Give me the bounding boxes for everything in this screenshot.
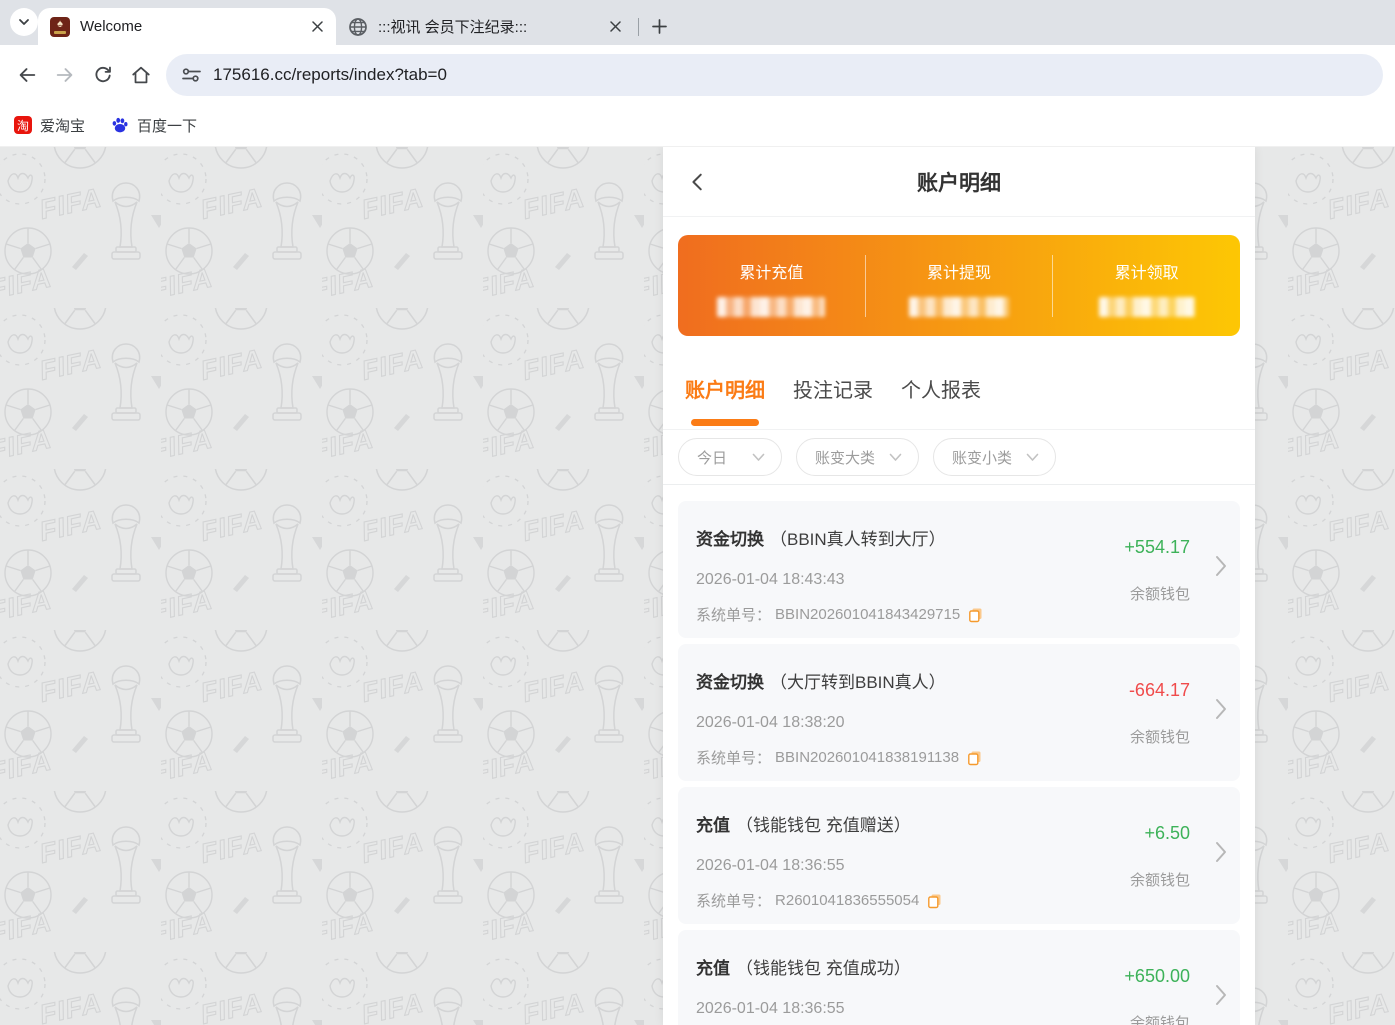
tab-account-detail[interactable]: 账户明细: [685, 374, 765, 429]
back-arrow-icon: [16, 64, 38, 86]
tab-strip: ♠ Welcome :::视讯 会员下注纪录:::: [0, 0, 1395, 45]
chevron-down-icon: [752, 453, 765, 462]
bookmark-baidu[interactable]: 百度一下: [111, 115, 197, 136]
transaction-note: （BBIN真人转到大厅）: [770, 530, 946, 549]
browser-toolbar: 175616.cc/reports/index?tab=0: [0, 45, 1395, 104]
tab-welcome[interactable]: ♠ Welcome: [38, 8, 336, 45]
close-icon[interactable]: [606, 18, 624, 36]
forward-button[interactable]: [46, 56, 84, 94]
stat-total-withdraw: 累计提现: [865, 255, 1053, 317]
tab-search-button[interactable]: [10, 8, 38, 36]
copy-icon[interactable]: [968, 607, 984, 623]
wallet-label: 余额钱包: [1129, 726, 1190, 747]
filter-row: 今日 账变大类 账变小类: [663, 430, 1255, 485]
stat-total-deposit: 累计充值: [678, 255, 865, 317]
tab-personal-report[interactable]: 个人报表: [901, 374, 981, 429]
wallet-label: 余额钱包: [1124, 1012, 1190, 1025]
reload-icon: [92, 64, 114, 86]
transaction-note: （钱能钱包 充值赠送）: [736, 816, 911, 835]
close-icon[interactable]: [308, 18, 326, 36]
bookmark-aitaobao[interactable]: 淘 爱淘宝: [14, 115, 85, 136]
tab-title: Welcome: [80, 18, 308, 35]
chevron-right-icon[interactable]: [1214, 983, 1228, 1007]
censored-value: [1099, 297, 1195, 317]
transaction-type: 充值: [696, 816, 730, 835]
filter-date-dropdown[interactable]: 今日: [678, 438, 782, 476]
censored-value: [909, 297, 1009, 317]
panel-header: 账户明细: [663, 147, 1255, 217]
order-number: R2601041836555054: [775, 892, 919, 909]
cumulative-stats-card: 累计充值 累计提现 累计领取: [678, 235, 1240, 336]
copy-icon[interactable]: [967, 750, 983, 766]
transaction-note: （钱能钱包 充值成功）: [736, 959, 911, 978]
browser-window: ♠ Welcome :::视讯 会员下注纪录:::: [0, 0, 1395, 147]
chevron-right-icon[interactable]: [1214, 554, 1228, 578]
back-button[interactable]: [687, 165, 721, 199]
filter-major-type-dropdown[interactable]: 账变大类: [796, 438, 919, 476]
bookmarks-bar: 淘 爱淘宝 百度一下: [0, 104, 1395, 147]
page-content: FIFA FIFA: [0, 147, 1395, 1025]
transaction-list: 资金切换（BBIN真人转到大厅） 2026-01-04 18:43:43 系统单…: [663, 485, 1255, 1025]
wallet-label: 余额钱包: [1130, 869, 1190, 890]
order-label: 系统单号：: [696, 604, 771, 625]
reload-button[interactable]: [84, 56, 122, 94]
transaction-note: （大厅转到BBIN真人）: [770, 673, 946, 692]
tab-bet-records[interactable]: 投注记录: [793, 374, 873, 429]
transaction-type: 资金切换: [696, 673, 764, 692]
taobao-icon: 淘: [14, 116, 32, 134]
account-detail-panel: 账户明细 累计充值 累计提现 累计领取 账户明细 投注记录: [663, 147, 1255, 1025]
chevron-down-icon: [889, 453, 902, 462]
transaction-card[interactable]: 充值（钱能钱包 充值成功） 2026-01-04 18:36:55 系统单号：R…: [678, 930, 1240, 1025]
censored-value: [717, 297, 825, 317]
amount: +554.17: [1124, 537, 1190, 558]
stats-section: 累计充值 累计提现 累计领取: [663, 217, 1255, 350]
tab-title: :::视讯 会员下注纪录:::: [378, 16, 606, 37]
chevron-right-icon[interactable]: [1214, 697, 1228, 721]
tab-betting-records[interactable]: :::视讯 会员下注纪录:::: [336, 8, 634, 45]
order-label: 系统单号：: [696, 890, 771, 911]
transaction-card[interactable]: 充值（钱能钱包 充值赠送） 2026-01-04 18:36:55 系统单号：R…: [678, 787, 1240, 924]
home-button[interactable]: [122, 56, 160, 94]
url-bar[interactable]: 175616.cc/reports/index?tab=0: [166, 54, 1383, 96]
amount: +650.00: [1124, 966, 1190, 987]
back-button[interactable]: [8, 56, 46, 94]
transaction-card[interactable]: 资金切换（大厅转到BBIN真人） 2026-01-04 18:38:20 系统单…: [678, 644, 1240, 781]
forward-arrow-icon: [54, 64, 76, 86]
transaction-card[interactable]: 资金切换（BBIN真人转到大厅） 2026-01-04 18:43:43 系统单…: [678, 501, 1240, 638]
transaction-type: 资金切换: [696, 530, 764, 549]
tab-divider: [638, 18, 639, 36]
transaction-type: 充值: [696, 959, 730, 978]
amount: -664.17: [1129, 680, 1190, 701]
order-number: BBIN202601041843429715: [775, 606, 960, 623]
filter-minor-type-dropdown[interactable]: 账变小类: [933, 438, 1056, 476]
stat-total-claimed: 累计领取: [1052, 255, 1240, 317]
chevron-down-icon: [18, 16, 30, 28]
site-info-tune-icon[interactable]: [182, 67, 201, 83]
wallet-label: 余额钱包: [1124, 583, 1190, 604]
chevron-right-icon[interactable]: [1214, 840, 1228, 864]
chevron-left-icon: [687, 171, 709, 193]
copy-icon[interactable]: [927, 893, 943, 909]
url-text: 175616.cc/reports/index?tab=0: [213, 65, 447, 85]
new-tab-button[interactable]: [645, 12, 673, 40]
order-label: 系统单号：: [696, 747, 771, 768]
poker-club-favicon-icon: ♠: [50, 17, 70, 37]
report-tabs: 账户明细 投注记录 个人报表: [663, 350, 1255, 430]
order-number: BBIN202601041838191138: [775, 749, 959, 766]
home-icon: [130, 64, 152, 86]
chevron-down-icon: [1026, 453, 1039, 462]
plus-icon: [652, 19, 667, 34]
globe-icon: [348, 17, 368, 37]
page-title: 账户明细: [663, 167, 1255, 197]
amount: +6.50: [1130, 823, 1190, 844]
baidu-paw-icon: [111, 116, 129, 134]
